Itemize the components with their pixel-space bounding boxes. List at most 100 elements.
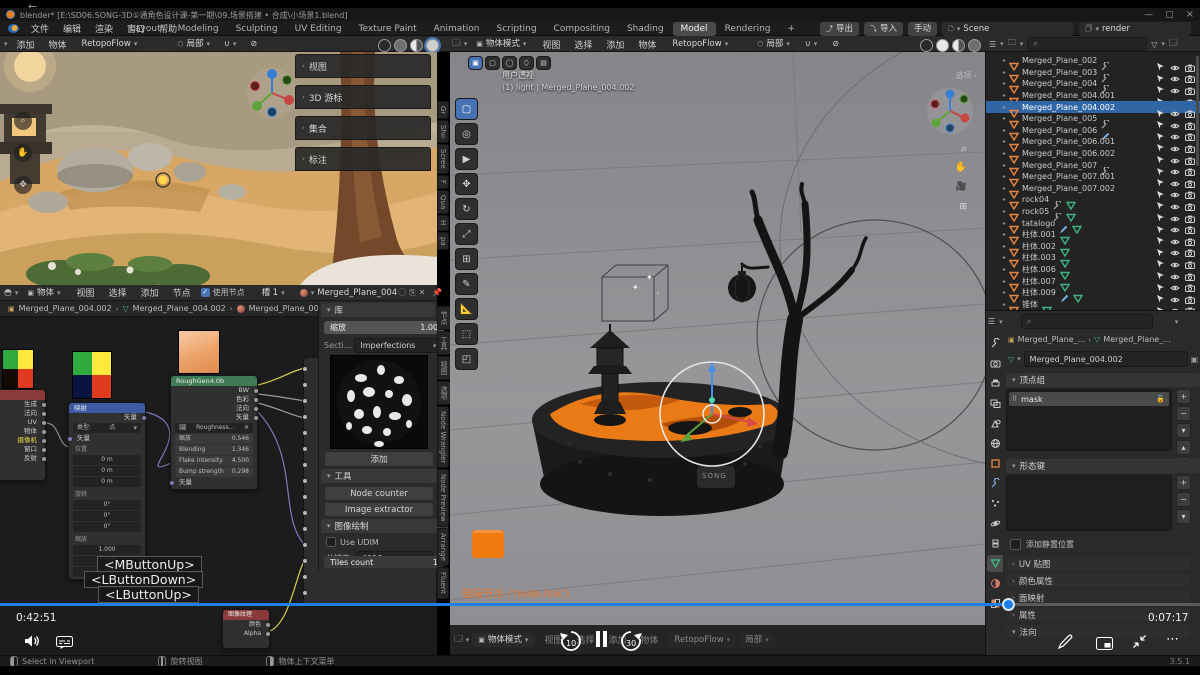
- group-input-socket-2[interactable]: [302, 398, 308, 404]
- shader-editor-type-icon[interactable]: ◓: [4, 288, 12, 298]
- hide-eye-icon[interactable]: [1170, 115, 1180, 123]
- mode-selector-bottom[interactable]: ▣物体模式▾: [472, 633, 534, 647]
- vertex-groups-list[interactable]: ⠿ mask 🔓: [1006, 389, 1172, 451]
- viewport-pan-icon[interactable]: ✋: [955, 162, 967, 173]
- outliner-search-input[interactable]: ⌕: [1027, 37, 1147, 51]
- vertex-group-item[interactable]: ⠿ mask 🔓: [1009, 392, 1169, 406]
- render-camera-icon[interactable]: [1185, 208, 1195, 216]
- shader-menu-1[interactable]: 选择: [102, 286, 134, 299]
- outliner-row-柱体.009[interactable]: ▸柱体.009: [986, 287, 1200, 299]
- npanel-section-2[interactable]: ›集合: [295, 116, 431, 140]
- expand-arrow-icon[interactable]: ▸: [1000, 289, 1009, 296]
- outliner-row-tatalogo[interactable]: ▸tatalogo: [986, 217, 1200, 229]
- hide-eye-icon[interactable]: [1170, 219, 1180, 227]
- outliner-row-Merged_Plane_006.001[interactable]: ▸Merged_Plane_006.001: [986, 136, 1200, 148]
- mapping-field-2-0[interactable]: 1.000: [73, 545, 141, 555]
- expand-arrow-icon[interactable]: ▸: [1000, 254, 1009, 261]
- hide-eye-icon[interactable]: [1170, 300, 1180, 308]
- outliner-scrollbar[interactable]: [1196, 56, 1199, 166]
- udim-checkbox[interactable]: Use UDIM: [326, 537, 379, 547]
- render-camera-icon[interactable]: [1185, 184, 1195, 192]
- select-cursor-icon[interactable]: [1156, 242, 1165, 251]
- shape-keys-list[interactable]: [1006, 475, 1172, 531]
- outliner-display-mode-icon[interactable]: ☰: [989, 40, 996, 49]
- workspace-tab-sculpting[interactable]: Sculpting: [228, 22, 286, 36]
- skip-forward-button[interactable]: 30: [618, 629, 644, 653]
- shape-key-add-button[interactable]: +: [1176, 475, 1191, 490]
- group-input-socket-13[interactable]: [302, 574, 308, 580]
- left-side-tab-5[interactable]: H: [437, 215, 449, 230]
- properties-tab-modifiers[interactable]: [987, 475, 1003, 492]
- breadcrumb-object[interactable]: Merged_Plane_...: [1018, 335, 1086, 344]
- view-layer-selector[interactable]: 🗇▾render: [1079, 22, 1191, 36]
- snap-toggle-left[interactable]: ∪▾: [218, 37, 242, 51]
- hide-eye-icon[interactable]: [1170, 184, 1180, 192]
- outliner-row-Merged_Plane_004.002[interactable]: ▸Merged_Plane_004.002: [986, 101, 1200, 113]
- properties-tab-world[interactable]: [987, 435, 1003, 452]
- hide-eye-icon[interactable]: [1170, 80, 1180, 88]
- render-camera-icon[interactable]: [1185, 300, 1195, 308]
- retopoflow-menu[interactable]: RetopoFlow▾: [666, 37, 734, 51]
- retopoflow-menu-bottom[interactable]: RetopoFlow▾: [668, 633, 736, 647]
- imperfection-preview-sphere[interactable]: [330, 355, 428, 449]
- group-input-socket-14[interactable]: [302, 590, 308, 596]
- shader-side-tab-3[interactable]: 选项: [437, 381, 451, 405]
- render-camera-icon[interactable]: [1185, 277, 1195, 285]
- select-mode-paint[interactable]: ▤: [536, 56, 551, 70]
- workspace-tab-modeling[interactable]: Modeling: [170, 22, 227, 36]
- group-input-socket-9[interactable]: [302, 510, 308, 516]
- menu-2[interactable]: 渲染: [88, 22, 120, 35]
- expand-arrow-icon[interactable]: ▸: [1000, 92, 1009, 99]
- outliner-row-Merged_Plane_007[interactable]: ▸Merged_Plane_007: [986, 159, 1200, 171]
- select-cursor-icon[interactable]: [1156, 207, 1165, 216]
- tool-button-0[interactable]: Node counter: [324, 486, 434, 501]
- outliner-row-柱体.007[interactable]: ▸柱体.007: [986, 275, 1200, 287]
- viewport-menu-1[interactable]: 选择: [567, 38, 599, 51]
- render-camera-icon[interactable]: [1185, 103, 1195, 111]
- left-side-tab-3[interactable]: F: [437, 175, 449, 189]
- render-preview-viewport[interactable]: ⌕ ✋ ✥ ›视图›3D 游标›集合›标注: [0, 52, 437, 285]
- render-camera-icon[interactable]: [1185, 242, 1195, 250]
- expand-arrow-icon[interactable]: ▸: [1000, 278, 1009, 285]
- hide-eye-icon[interactable]: [1170, 57, 1180, 65]
- expand-arrow-icon[interactable]: ▸: [1000, 208, 1009, 215]
- properties-tab-particles[interactable]: [987, 495, 1003, 512]
- hide-eye-icon[interactable]: [1170, 231, 1180, 239]
- hide-eye-icon[interactable]: [1170, 138, 1180, 146]
- hide-eye-icon[interactable]: [1170, 103, 1180, 111]
- group-input-socket-5[interactable]: [302, 446, 308, 452]
- render-camera-icon[interactable]: [1185, 266, 1195, 274]
- expand-arrow-icon[interactable]: ▸: [1000, 173, 1009, 180]
- mapping-field-0-0[interactable]: 0 m: [73, 455, 141, 465]
- shader-mode-selector[interactable]: ▣物体▾: [21, 286, 66, 300]
- annotate-tool[interactable]: ✎: [455, 273, 478, 295]
- volume-button[interactable]: [24, 633, 40, 652]
- properties-tab-scene[interactable]: [987, 415, 1003, 432]
- outliner-row-柱体.006[interactable]: ▸柱体.006: [986, 264, 1200, 276]
- use-nodes-toggle[interactable]: ✓ 使用节点: [201, 287, 245, 298]
- select-cursor-icon[interactable]: [1156, 288, 1165, 297]
- expand-arrow-icon[interactable]: ▸: [1000, 104, 1009, 111]
- properties-editor-icon[interactable]: ☰: [988, 317, 995, 326]
- add-cube-tool[interactable]: ⬚: [455, 323, 478, 345]
- shape-key-remove-button[interactable]: −: [1176, 492, 1191, 507]
- expand-arrow-icon[interactable]: ▸: [1000, 266, 1009, 273]
- tiles-count-field[interactable]: Tiles count1: [324, 556, 444, 568]
- left-side-tab-2[interactable]: Scree: [437, 144, 449, 174]
- exit-fullscreen-button[interactable]: [1132, 634, 1147, 653]
- pin-icon[interactable]: 📌: [432, 288, 442, 297]
- viewport-menu-3[interactable]: 物体: [631, 38, 663, 51]
- select-mode-box[interactable]: ▢: [485, 56, 500, 70]
- left-header-menu-0[interactable]: 添加: [10, 38, 42, 51]
- left-side-tab-1[interactable]: Sho: [437, 120, 449, 143]
- workspace-tab-layout[interactable]: Layout: [122, 22, 169, 36]
- hide-eye-icon[interactable]: [1170, 126, 1180, 134]
- mode-selector[interactable]: ▣物体模式▾: [470, 37, 532, 51]
- select-cursor-icon[interactable]: [1156, 114, 1165, 123]
- select-cursor-icon[interactable]: [1156, 161, 1165, 170]
- roughgen-param-2[interactable]: Flake intensity4.500: [175, 456, 253, 466]
- outliner-row-Merged_Plane_006[interactable]: ▸Merged_Plane_006: [986, 125, 1200, 137]
- expand-arrow-icon[interactable]: ▸: [1000, 115, 1009, 122]
- shader-side-tab-0[interactable]: 节点: [437, 306, 451, 330]
- select-cursor-icon[interactable]: [1156, 253, 1165, 262]
